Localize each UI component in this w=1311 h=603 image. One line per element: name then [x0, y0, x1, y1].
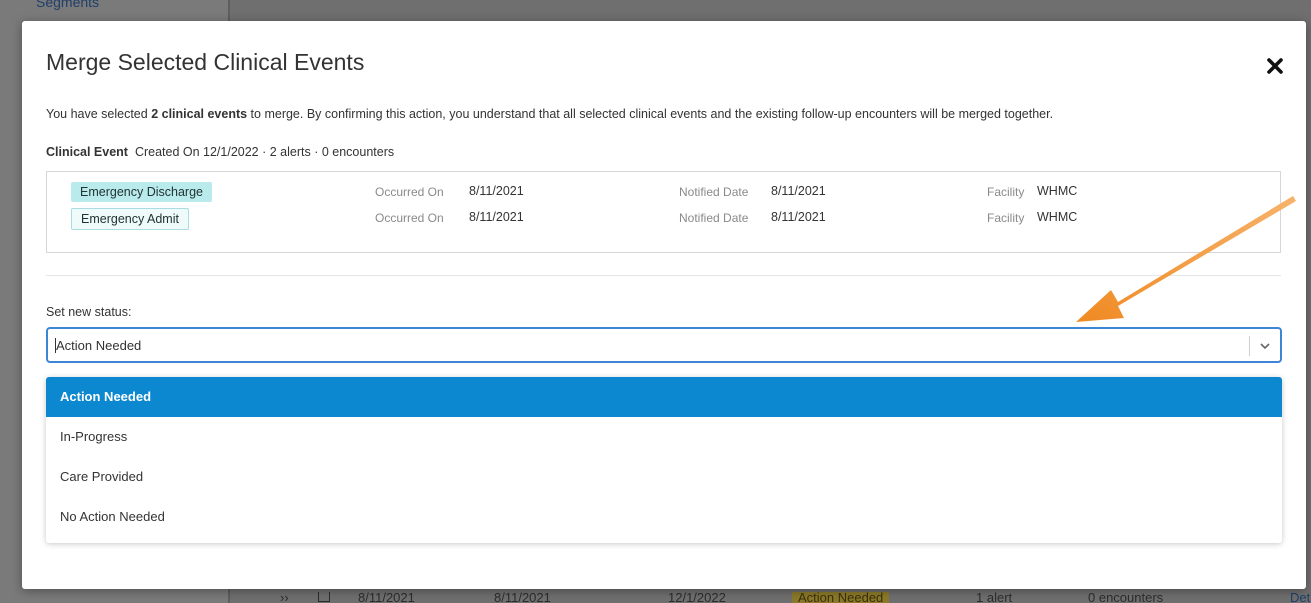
status-dropdown-menu: Action Needed In-Progress Care Provided … — [46, 377, 1282, 543]
close-icon — [1267, 58, 1283, 74]
event-row: Emergency Discharge Occurred On 8/11/202… — [47, 180, 1280, 204]
status-option-action-needed[interactable]: Action Needed — [46, 377, 1282, 417]
select-separator — [1249, 336, 1250, 356]
notified-label: Notified Date — [679, 185, 749, 199]
row-date-2: 8/11/2021 — [494, 592, 551, 603]
occurred-value: 8/11/2021 — [469, 184, 524, 198]
row-details-link[interactable]: Details — [1290, 592, 1311, 603]
modal-title: Merge Selected Clinical Events — [46, 49, 365, 75]
selected-events-list: Emergency Discharge Occurred On 8/11/202… — [46, 171, 1281, 253]
facility-value: WHMC — [1037, 184, 1078, 198]
selected-count: 2 clinical events — [151, 107, 248, 121]
event-type-tag: Emergency Admit — [71, 208, 189, 230]
clinical-event-details: Created On 12/1/2022 · 2 alerts · 0 enco… — [134, 145, 395, 159]
event-row: Emergency Admit Occurred On 8/11/2021 No… — [47, 206, 1280, 230]
notified-value: 8/11/2021 — [771, 184, 826, 198]
row-encounters: 0 encounters — [1088, 592, 1164, 603]
status-option-in-progress[interactable]: In-Progress — [46, 417, 1282, 457]
occurred-value: 8/11/2021 — [469, 210, 524, 224]
notified-value: 8/11/2021 — [771, 210, 826, 224]
chevron-down-icon[interactable] — [1258, 339, 1272, 353]
background-table-row: ›› 8/11/2021 8/11/2021 12/1/2022 Action … — [250, 592, 1311, 603]
notified-label: Notified Date — [679, 211, 749, 225]
merge-events-modal: Merge Selected Clinical Events You have … — [22, 21, 1306, 589]
section-divider — [46, 275, 1281, 276]
status-select-value: Action Needed — [56, 338, 142, 353]
merge-intro-text: You have selected 2 clinical events to m… — [46, 107, 1054, 121]
close-button[interactable] — [1264, 55, 1286, 77]
row-date-3: 12/1/2022 — [668, 592, 726, 603]
row-date-1: 8/11/2021 — [358, 592, 415, 603]
status-select[interactable]: Action Needed — [46, 327, 1282, 363]
facility-label: Facility — [987, 211, 1025, 225]
row-expand-icon[interactable]: ›› — [280, 592, 289, 603]
event-type-tag: Emergency Discharge — [71, 182, 212, 202]
status-option-no-action-needed[interactable]: No Action Needed — [46, 497, 1282, 537]
facility-value: WHMC — [1037, 210, 1078, 224]
clinical-event-summary: Clinical Event Created On 12/1/2022 · 2 … — [46, 145, 394, 159]
row-alerts: 1 alert — [976, 592, 1013, 603]
facility-label: Facility — [987, 185, 1025, 199]
clinical-event-label: Clinical Event — [46, 145, 128, 159]
status-label: Set new status: — [46, 305, 132, 319]
row-status-badge: Action Needed — [792, 592, 890, 603]
occurred-label: Occurred On — [375, 185, 444, 199]
row-checkbox[interactable] — [318, 592, 330, 602]
occurred-label: Occurred On — [375, 211, 444, 225]
status-option-care-provided[interactable]: Care Provided — [46, 457, 1282, 497]
sidebar-link-segments[interactable]: Segments — [36, 0, 99, 10]
